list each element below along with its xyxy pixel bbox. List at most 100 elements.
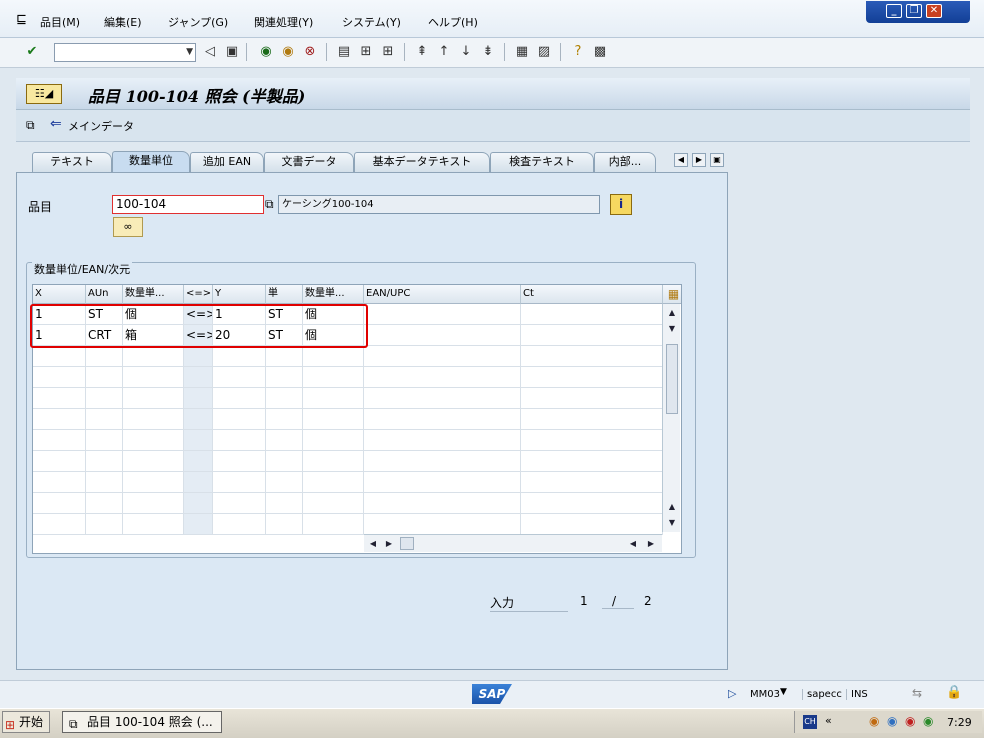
table-cell[interactable] (521, 304, 663, 325)
empty-cell[interactable] (123, 388, 184, 409)
empty-cell[interactable] (184, 388, 213, 409)
back-icon[interactable]: ◉ (258, 44, 274, 60)
empty-cell[interactable] (86, 409, 123, 430)
empty-cell[interactable] (521, 514, 663, 535)
empty-cell[interactable] (521, 472, 663, 493)
empty-cell[interactable] (86, 493, 123, 514)
empty-cell[interactable] (213, 514, 266, 535)
print-icon[interactable]: ▤ (336, 44, 352, 60)
empty-cell[interactable] (184, 346, 213, 367)
scroll-up-icon[interactable]: ▲ (665, 306, 679, 320)
empty-cell[interactable] (521, 451, 663, 472)
keyboard-icon[interactable]: CH (803, 715, 817, 729)
empty-cell[interactable] (364, 430, 521, 451)
empty-cell[interactable] (266, 430, 303, 451)
tab-text[interactable]: テキスト (32, 152, 112, 172)
empty-cell[interactable] (303, 409, 364, 430)
empty-cell[interactable] (266, 472, 303, 493)
empty-cell[interactable] (213, 430, 266, 451)
tray-app-icon[interactable]: ◉ (869, 714, 879, 728)
column-header[interactable]: Y (213, 285, 266, 304)
tray-app-icon[interactable]: ◉ (923, 714, 933, 728)
tab-scroll-right-icon[interactable]: ▶ (692, 153, 706, 167)
empty-cell[interactable] (213, 346, 266, 367)
empty-cell[interactable] (364, 367, 521, 388)
first-page-icon[interactable]: ⇞ (414, 44, 430, 60)
column-header[interactable]: <=> (184, 285, 213, 304)
status-expand-icon[interactable]: ▷ (728, 687, 736, 700)
empty-cell[interactable] (123, 493, 184, 514)
find-icon[interactable]: ⊞ (358, 44, 374, 60)
save-icon[interactable]: ▣ (224, 44, 240, 60)
empty-cell[interactable] (266, 388, 303, 409)
empty-cell[interactable] (303, 430, 364, 451)
empty-cell[interactable] (184, 514, 213, 535)
empty-cell[interactable] (123, 346, 184, 367)
exit-icon[interactable]: ◉ (280, 44, 296, 60)
column-header[interactable]: AUn (86, 285, 123, 304)
tab-list-icon[interactable]: ▣ (710, 153, 724, 167)
scroll-down-icon[interactable]: ▼ (665, 322, 679, 336)
empty-cell[interactable] (364, 472, 521, 493)
empty-cell[interactable] (303, 493, 364, 514)
last-page-icon[interactable]: ⇟ (480, 44, 496, 60)
empty-cell[interactable] (213, 388, 266, 409)
scroll-left-icon[interactable]: ◀ (366, 537, 380, 551)
empty-cell[interactable] (364, 388, 521, 409)
empty-cell[interactable] (33, 367, 86, 388)
empty-cell[interactable] (86, 451, 123, 472)
empty-cell[interactable] (303, 367, 364, 388)
empty-cell[interactable] (123, 472, 184, 493)
lock-icon[interactable]: 🔒 (946, 685, 962, 700)
empty-cell[interactable] (213, 409, 266, 430)
menu-material[interactable]: 品目(M) (40, 14, 80, 30)
tray-app-icon[interactable]: ◉ (905, 714, 915, 728)
tab-document-data[interactable]: 文書データ (264, 152, 354, 172)
chevron-down-icon[interactable]: ▼ (186, 47, 193, 57)
expand-tray-icon[interactable]: « (825, 714, 832, 727)
column-header[interactable]: Ct (521, 285, 663, 304)
table-settings-icon[interactable]: ▦ (663, 285, 681, 304)
chevron-down-icon[interactable]: ▼ (780, 687, 787, 697)
empty-cell[interactable] (303, 346, 364, 367)
tab-quantity-units[interactable]: 数量単位 (112, 151, 190, 173)
scroll-thumb[interactable] (400, 537, 414, 550)
empty-cell[interactable] (33, 493, 86, 514)
empty-cell[interactable] (123, 409, 184, 430)
column-header[interactable]: 単 (266, 285, 303, 304)
tab-scroll-left-icon[interactable]: ◀ (674, 153, 688, 167)
empty-cell[interactable] (521, 493, 663, 514)
empty-cell[interactable] (33, 451, 86, 472)
empty-cell[interactable] (86, 514, 123, 535)
empty-cell[interactable] (364, 514, 521, 535)
display-glasses-icon[interactable]: ∞ (113, 217, 143, 237)
empty-cell[interactable] (33, 430, 86, 451)
empty-cell[interactable] (123, 514, 184, 535)
scroll-thumb[interactable] (666, 344, 678, 414)
empty-cell[interactable] (364, 409, 521, 430)
column-header[interactable]: 数量単... (303, 285, 364, 304)
empty-cell[interactable] (86, 430, 123, 451)
command-field[interactable]: ▼ (54, 43, 196, 62)
column-header[interactable]: EAN/UPC (364, 285, 521, 304)
empty-cell[interactable] (86, 472, 123, 493)
empty-cell[interactable] (184, 409, 213, 430)
empty-cell[interactable] (86, 367, 123, 388)
material-number-field[interactable]: 100-104 (112, 195, 264, 214)
vertical-scrollbar[interactable]: ▲ ▼ ▲ ▼ (662, 304, 680, 532)
tab-internal[interactable]: 内部... (594, 152, 656, 172)
scroll-right-icon[interactable]: ▶ (382, 537, 396, 551)
scroll-up-icon[interactable]: ▲ (665, 500, 679, 514)
table-cell[interactable] (364, 304, 521, 325)
empty-cell[interactable] (303, 388, 364, 409)
empty-cell[interactable] (184, 472, 213, 493)
empty-cell[interactable] (303, 451, 364, 472)
enter-icon[interactable]: ✔ (24, 44, 40, 60)
tab-basic-data-text[interactable]: 基本データテキスト (354, 152, 490, 172)
empty-cell[interactable] (521, 430, 663, 451)
empty-cell[interactable] (184, 367, 213, 388)
empty-cell[interactable] (521, 409, 663, 430)
menu-jump[interactable]: ジャンプ(G) (168, 14, 228, 30)
empty-cell[interactable] (33, 346, 86, 367)
empty-cell[interactable] (521, 388, 663, 409)
